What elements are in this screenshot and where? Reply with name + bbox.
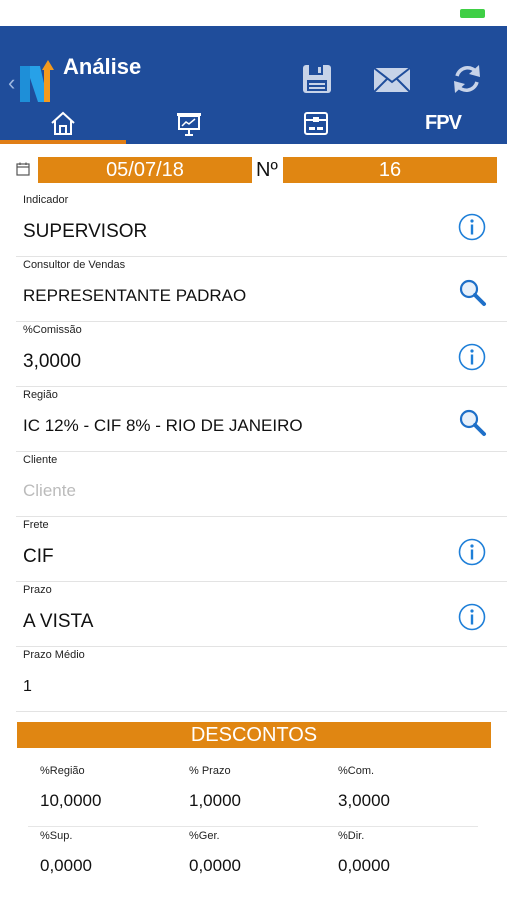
field-label: Cliente xyxy=(23,454,58,466)
field-label: Frete xyxy=(23,519,49,531)
save-icon[interactable] xyxy=(300,62,334,96)
field-value: 3,0000 xyxy=(23,351,82,372)
divider xyxy=(16,711,507,712)
desconto-label: % Prazo xyxy=(189,765,231,777)
descontos-row: %Região 10,0000 % Prazo 1,0000 %Com. 3,0… xyxy=(0,765,507,825)
field-label: Prazo xyxy=(23,584,52,596)
field-indicador[interactable]: Indicador SUPERVISOR xyxy=(0,192,507,257)
field-label: Região xyxy=(23,389,58,401)
fpv-label: FPV xyxy=(425,111,462,134)
field-comissao[interactable]: %Comissão 3,0000 xyxy=(0,322,507,387)
search-icon[interactable] xyxy=(457,277,487,307)
desconto-label: %Ger. xyxy=(189,830,220,842)
page-title: Análise xyxy=(63,54,142,79)
info-icon[interactable] xyxy=(457,537,487,567)
tab-active-indicator xyxy=(0,140,126,144)
desconto-value: 0,0000 xyxy=(40,856,92,875)
desconto-label: %Dir. xyxy=(338,830,365,842)
descontos-header: DESCONTOS xyxy=(17,722,491,748)
desconto-value: 1,0000 xyxy=(189,791,241,810)
desconto-label: %Sup. xyxy=(40,830,73,842)
battery-icon xyxy=(460,9,485,18)
field-label: Indicador xyxy=(23,194,69,206)
status-bar xyxy=(0,0,507,26)
home-icon xyxy=(51,111,75,135)
mail-icon[interactable] xyxy=(372,62,412,96)
info-icon[interactable] xyxy=(457,342,487,372)
field-prazo[interactable]: Prazo A VISTA xyxy=(0,582,507,647)
field-regiao[interactable]: Região IC 12% - CIF 8% - RIO DE JANEIRO xyxy=(0,387,507,452)
divider xyxy=(28,826,478,827)
chevron-left-icon[interactable]: ‹ xyxy=(8,70,15,96)
order-number-field[interactable]: 16 xyxy=(283,157,497,183)
field-value: IC 12% - CIF 8% - RIO DE JANEIRO xyxy=(23,416,303,435)
field-prazo-medio[interactable]: Prazo Médio 1 xyxy=(0,647,507,712)
tab-fpv[interactable]: FPV xyxy=(380,102,506,144)
desconto-value: 0,0000 xyxy=(338,856,390,875)
desconto-label: %Com. xyxy=(338,765,375,777)
tab-presentation[interactable] xyxy=(126,102,252,144)
field-value: REPRESENTANTE PADRAO xyxy=(23,286,247,305)
cliente-input[interactable]: Cliente xyxy=(23,481,76,501)
app-logo xyxy=(20,60,54,102)
field-frete[interactable]: Frete CIF xyxy=(0,517,507,582)
number-label: Nº xyxy=(256,159,278,181)
search-icon[interactable] xyxy=(457,407,487,437)
presentation-chart-icon xyxy=(177,113,201,136)
info-icon[interactable] xyxy=(457,602,487,632)
calendar-icon[interactable] xyxy=(16,162,30,176)
field-label: %Comissão xyxy=(23,324,82,336)
field-label: Consultor de Vendas xyxy=(23,259,126,271)
tab-box[interactable] xyxy=(253,102,379,144)
descontos-row: %Sup. 0,0000 %Ger. 0,0000 %Dir. 0,0000 xyxy=(0,830,507,890)
field-consultor[interactable]: Consultor de Vendas REPRESENTANTE PADRAO xyxy=(0,257,507,322)
tab-home[interactable] xyxy=(0,102,126,144)
sync-icon[interactable] xyxy=(450,62,484,96)
field-cliente[interactable]: Cliente Cliente xyxy=(0,452,507,517)
box-icon xyxy=(304,112,328,135)
tab-bar: FPV xyxy=(0,102,507,144)
info-icon[interactable] xyxy=(457,212,487,242)
desconto-value: 3,0000 xyxy=(338,791,390,810)
desconto-label: %Região xyxy=(40,765,85,777)
app-header: ‹ Análise FPV xyxy=(0,26,507,144)
date-field[interactable]: 05/07/18 xyxy=(38,157,252,183)
field-label: Prazo Médio xyxy=(23,649,85,661)
field-value: 1 xyxy=(23,678,32,695)
field-value: A VISTA xyxy=(23,611,94,632)
field-value: SUPERVISOR xyxy=(23,221,148,242)
desconto-value: 10,0000 xyxy=(40,791,102,810)
desconto-value: 0,0000 xyxy=(189,856,241,875)
order-header-row: 05/07/18 Nº 16 xyxy=(0,157,507,183)
field-value: CIF xyxy=(23,546,54,567)
